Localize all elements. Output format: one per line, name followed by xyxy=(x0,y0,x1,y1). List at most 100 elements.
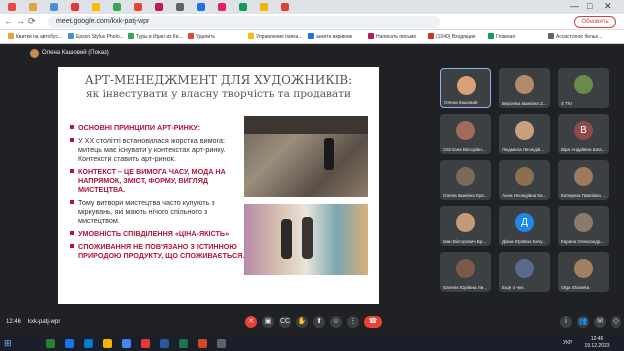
participant-tile[interactable]: Іван Вікторович Бр... xyxy=(440,206,491,246)
language-indicator[interactable]: УКР xyxy=(563,340,572,346)
taskbar-app-icon[interactable] xyxy=(122,339,131,348)
captions-icon[interactable]: CC xyxy=(279,316,291,328)
taskbar-app-icon[interactable] xyxy=(198,339,207,348)
taskbar-app-icon[interactable] xyxy=(84,339,93,348)
taskbar-app-icon[interactable] xyxy=(217,339,226,348)
participant-tile[interactable]: Людмила Леонідів... xyxy=(499,114,550,154)
browser-tab[interactable] xyxy=(92,3,100,11)
bookmark-item[interactable]: Туры в Иран из Ки... xyxy=(128,33,183,40)
reload-icon[interactable]: ⟳ xyxy=(28,16,36,27)
raise-hand-icon[interactable]: ✋ xyxy=(296,316,308,328)
minimize-icon[interactable]: — xyxy=(570,1,579,11)
back-icon[interactable]: ← xyxy=(4,16,13,26)
taskbar-app-icon[interactable] xyxy=(141,339,150,348)
participant-avatar xyxy=(574,75,593,94)
participant-tile[interactable]: Олена Іванівна Кра... xyxy=(440,160,491,200)
slide-title-block: АРТ-МЕНЕДЖМЕНТ ДЛЯ ХУДОЖНИКІВ: як інвест… xyxy=(58,73,379,101)
participant-avatar xyxy=(574,213,593,232)
bookmark-item[interactable]: Epson Stylus Photo... xyxy=(68,33,124,40)
windows-start-icon[interactable]: ⊞ xyxy=(4,338,12,349)
browser-tab[interactable] xyxy=(71,3,79,11)
bookmarks-bar: Квитки на автобус... Epson Stylus Photo..… xyxy=(0,30,624,44)
bookmark-icon xyxy=(368,33,374,39)
maximize-icon[interactable]: □ xyxy=(587,1,592,11)
taskbar-app-icon[interactable] xyxy=(65,339,74,348)
participant-avatar xyxy=(515,167,534,186)
participant-name: Олена Кашовий xyxy=(444,100,478,105)
bookmark-icon xyxy=(128,33,134,39)
bookmark-item[interactable]: Квитки на автобус... xyxy=(8,33,62,40)
url-field[interactable]: meet.google.com/kxk-patj-wpr xyxy=(48,16,440,28)
present-icon[interactable]: ⬆ xyxy=(313,316,325,328)
participant-tile[interactable]: Д Діана Юріївна Качу... xyxy=(499,206,550,246)
bookmark-label: Главная xyxy=(496,34,516,40)
bookmark-item[interactable]: Ассистолое белье... xyxy=(548,33,602,40)
forward-icon[interactable]: → xyxy=(16,16,25,26)
participant-tile[interactable]: Катерина Павлівна ... xyxy=(558,160,609,200)
participant-name: Ещё 4 чел. xyxy=(502,285,525,290)
participant-tile[interactable]: Світлана Вікторівн... xyxy=(440,114,491,154)
participant-avatar: В xyxy=(574,121,593,140)
browser-tab[interactable] xyxy=(8,3,16,11)
chat-icon[interactable]: ✉ xyxy=(594,316,606,328)
close-icon[interactable]: ✕ xyxy=(604,1,612,12)
browser-tab[interactable] xyxy=(113,3,121,11)
taskbar-app-icon[interactable] xyxy=(160,339,169,348)
browser-tab[interactable] xyxy=(281,3,289,11)
bookmark-item[interactable]: Управление папка... xyxy=(248,33,303,40)
mic-off-icon[interactable]: ✕ xyxy=(245,316,257,328)
participant-tile[interactable]: Карина Олександр... xyxy=(558,206,609,246)
browser-tab[interactable] xyxy=(239,3,247,11)
people-icon[interactable]: 👥 xyxy=(577,316,589,328)
taskbar-app-icon[interactable] xyxy=(179,339,188,348)
bookmark-item[interactable]: Написать письмо xyxy=(368,33,416,40)
participant-tile[interactable]: Ещё 4 чел. xyxy=(499,252,550,292)
bookmark-icon xyxy=(428,33,434,39)
slide-bullet: У XX столітті встановилася жорстка вимог… xyxy=(70,136,245,163)
update-button[interactable]: Обновить xyxy=(574,16,616,28)
participant-tile[interactable]: В Віра Андріївна Шпа... xyxy=(558,114,609,154)
presenter-label: Олена Кашовий (Показ) xyxy=(42,50,109,56)
browser-tab[interactable] xyxy=(155,3,163,11)
more-options-icon[interactable]: ⋮ xyxy=(347,316,359,328)
browser-tab[interactable] xyxy=(29,3,37,11)
participant-avatar xyxy=(574,167,593,186)
photo-gallery-space xyxy=(244,116,368,197)
taskbar-app-icon[interactable] xyxy=(46,339,55,348)
participant-name: Віра Андріївна Шпа... xyxy=(561,147,606,152)
browser-tab[interactable] xyxy=(50,3,58,11)
participant-avatar xyxy=(515,259,534,278)
bookmark-item[interactable]: Удалить xyxy=(188,33,215,40)
participant-tile[interactable]: Вероніка Іванівна З... xyxy=(499,68,550,108)
participant-name: Діана Юріївна Качу... xyxy=(502,239,546,244)
participant-avatar xyxy=(515,121,534,140)
participant-tile[interactable]: Олена Кашовий xyxy=(440,68,491,108)
end-call-icon[interactable]: ☎ xyxy=(364,316,382,328)
participant-initial: Д xyxy=(521,217,528,228)
info-icon[interactable]: i xyxy=(560,316,572,328)
camera-icon[interactable]: ▣ xyxy=(262,316,274,328)
browser-tab[interactable] xyxy=(134,3,142,11)
participant-avatar xyxy=(456,121,475,140)
bookmark-icon xyxy=(308,33,314,39)
bookmark-item[interactable]: анкета вкрівник xyxy=(308,33,352,40)
photo-artists xyxy=(244,204,368,275)
participant-avatar xyxy=(515,75,534,94)
bookmark-item[interactable]: (1040) Входящие xyxy=(428,33,476,40)
participant-tile[interactable]: Анна Леонідівна Ка... xyxy=(499,160,550,200)
participant-name: S TIV xyxy=(561,101,573,106)
browser-tab[interactable] xyxy=(260,3,268,11)
participant-avatar xyxy=(574,259,593,278)
activities-icon[interactable]: ◇ xyxy=(611,316,621,328)
bookmark-item[interactable]: Главная xyxy=(488,33,515,40)
taskbar-app-icon[interactable] xyxy=(103,339,112,348)
participant-tile[interactable]: S TIV xyxy=(558,68,609,108)
emoji-icon[interactable]: ☺ xyxy=(330,316,342,328)
bookmark-icon xyxy=(248,33,254,39)
participant-tile[interactable]: Olga Shaveka xyxy=(558,252,609,292)
participant-tile[interactable]: Євгенія Юріївна Ли... xyxy=(440,252,491,292)
browser-tab[interactable] xyxy=(218,3,226,11)
browser-tab[interactable] xyxy=(197,3,205,11)
browser-tab[interactable] xyxy=(176,3,184,11)
participant-name: Олена Іванівна Кра... xyxy=(443,193,488,198)
